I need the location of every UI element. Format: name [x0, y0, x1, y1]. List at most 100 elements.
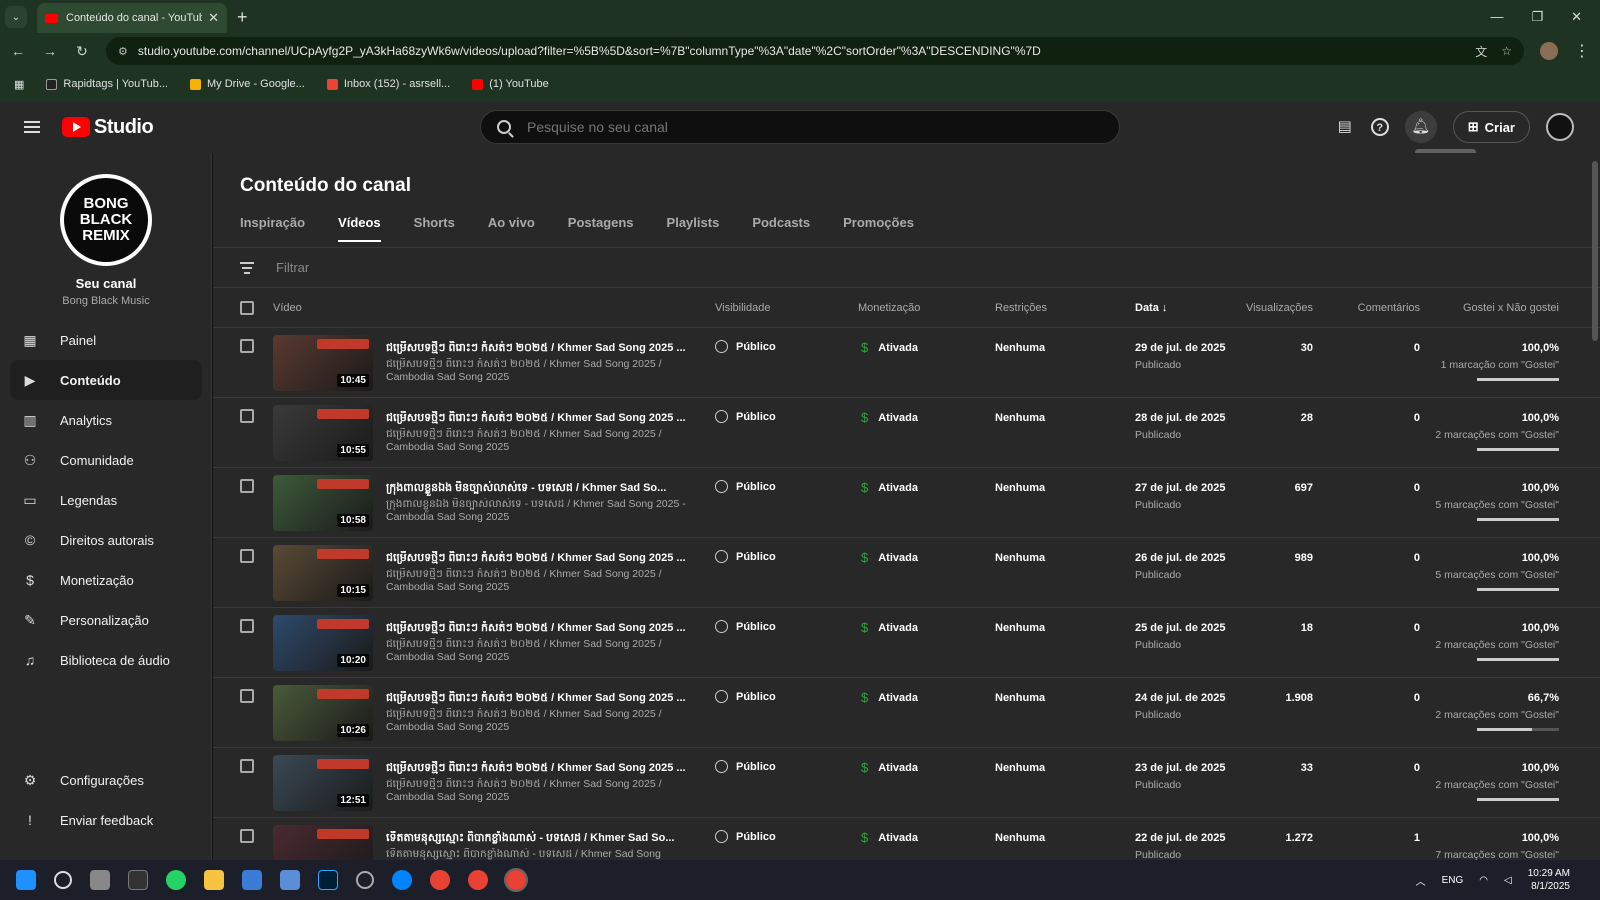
table-row[interactable]: 12:51 ជម្រើសបទថ្មីៗ ពិរោះៗ កំសត់ៗ ២០២៥ /…: [213, 748, 1600, 818]
sidebar-item-biblioteca-audio[interactable]: ♫ Biblioteca de áudio: [10, 640, 202, 680]
tray-overflow-icon[interactable]: ︿: [1416, 873, 1426, 888]
account-avatar[interactable]: [1546, 113, 1574, 141]
visibility-cell[interactable]: Público: [715, 480, 776, 493]
sidebar-item-conteudo[interactable]: ▶ Conteúdo: [10, 360, 202, 400]
row-checkbox[interactable]: [240, 339, 254, 353]
tab-inspiracao[interactable]: Inspiração: [240, 215, 305, 242]
row-checkbox[interactable]: [240, 759, 254, 773]
scrollbar[interactable]: [1592, 161, 1598, 341]
sidebar-item-direitos-autorais[interactable]: © Direitos autorais: [10, 520, 202, 560]
photoshop-icon[interactable]: [318, 870, 338, 890]
row-checkbox[interactable]: [240, 619, 254, 633]
sidebar-item-configuracoes[interactable]: ⚙ Configurações: [10, 760, 202, 800]
browser-tab[interactable]: Conteúdo do canal - YouTube S ✕: [37, 3, 227, 33]
monetization-cell[interactable]: $ Ativada: [861, 690, 918, 705]
video-thumbnail[interactable]: 10:20: [273, 615, 373, 671]
chrome-icon[interactable]: [430, 870, 450, 890]
language-indicator[interactable]: ENG: [1442, 875, 1464, 886]
restore-icon[interactable]: ❐: [1531, 9, 1543, 25]
video-thumbnail[interactable]: [273, 825, 373, 860]
table-row[interactable]: 10:26 ជម្រើសបទថ្មីៗ ពិរោះៗ កំសត់ៗ ២០២៥ /…: [213, 678, 1600, 748]
forward-icon[interactable]: →: [42, 43, 58, 59]
table-row[interactable]: 10:58 ក្រុងពាលខ្លួនឯង មិនច្បាស់លាស់ទេ - …: [213, 468, 1600, 538]
channel-avatar[interactable]: BONG BLACK REMIX: [60, 174, 152, 266]
table-row[interactable]: 10:55 ជម្រើសបទថ្មីៗ ពិរោះៗ កំសត់ៗ ២០២៥ /…: [213, 398, 1600, 468]
messenger-icon[interactable]: [392, 870, 412, 890]
bookmark-star-icon[interactable]: ☆: [1501, 44, 1512, 58]
volume-icon[interactable]: ◁: [1504, 875, 1512, 886]
video-title[interactable]: ក្រុងពាលខ្លួនឯង មិនច្បាស់លាស់ទេ - បទសេដ …: [386, 481, 686, 497]
bookmark-google-drive[interactable]: My Drive - Google...: [190, 78, 305, 90]
filter-input[interactable]: Filtrar: [276, 260, 309, 275]
browser-profile-avatar[interactable]: [1540, 42, 1558, 60]
messages-icon[interactable]: ▤: [1335, 117, 1355, 137]
video-thumbnail[interactable]: 10:55: [273, 405, 373, 461]
chrome-profile-icon[interactable]: [468, 870, 488, 890]
microsoft-store-icon[interactable]: [242, 870, 262, 890]
video-thumbnail[interactable]: 10:15: [273, 545, 373, 601]
table-row[interactable]: 10:20 ជម្រើសបទថ្មីៗ ពិរោះៗ កំសត់ៗ ២០២៥ /…: [213, 608, 1600, 678]
apps-grid-icon[interactable]: ▦: [14, 78, 24, 91]
chrome-active-icon[interactable]: [504, 868, 528, 892]
tab-ao-vivo[interactable]: Ao vivo: [488, 215, 535, 242]
hamburger-menu-icon[interactable]: [24, 121, 40, 133]
tab-shorts[interactable]: Shorts: [414, 215, 455, 242]
bookmark-gmail[interactable]: Inbox (152) - asrsell...: [326, 78, 450, 90]
visibility-cell[interactable]: Público: [715, 690, 776, 703]
back-icon[interactable]: ←: [10, 43, 26, 59]
new-tab-icon[interactable]: +: [237, 7, 248, 28]
table-row[interactable]: ទើតតាមនុស្សស្មោះ ពិបាកខ្លាំងណាស់ - បទសេដ…: [213, 818, 1600, 860]
row-checkbox[interactable]: [240, 829, 254, 843]
monetization-cell[interactable]: $ Ativada: [861, 830, 918, 845]
taskbar-search-icon[interactable]: [54, 871, 72, 889]
tab-search-icon[interactable]: ⌄: [5, 6, 27, 28]
select-all-checkbox[interactable]: [240, 301, 254, 315]
sidebar-item-legendas[interactable]: ▭ Legendas: [10, 480, 202, 520]
filter-bar[interactable]: Filtrar: [213, 248, 1600, 288]
sidebar-item-analytics[interactable]: ▥ Analytics: [10, 400, 202, 440]
tab-videos[interactable]: Vídeos: [338, 215, 381, 242]
sidebar-item-personalizacao[interactable]: ✎ Personalização: [10, 600, 202, 640]
row-checkbox[interactable]: [240, 479, 254, 493]
row-checkbox[interactable]: [240, 689, 254, 703]
clock[interactable]: 10:29 AM 8/1/2025: [1528, 867, 1570, 893]
video-title[interactable]: ជម្រើសបទថ្មីៗ ពិរោះៗ កំសត់ៗ ២០២៥ / Khmer…: [386, 621, 686, 637]
help-icon[interactable]: ?: [1370, 118, 1389, 136]
address-bar[interactable]: ⚙ studio.youtube.com/channel/UCpAyfg2P_y…: [106, 37, 1524, 65]
visibility-cell[interactable]: Público: [715, 760, 776, 773]
close-window-icon[interactable]: ✕: [1571, 9, 1582, 25]
monetization-cell[interactable]: $ Ativada: [861, 340, 918, 355]
visibility-cell[interactable]: Público: [715, 410, 776, 423]
video-title[interactable]: ទើតតាមនុស្សស្មោះ ពិបាកខ្លាំងណាស់ - បទសេដ…: [386, 831, 686, 847]
photos-icon[interactable]: [280, 870, 300, 890]
sidebar-item-enviar-feedback[interactable]: ! Enviar feedback: [10, 800, 202, 840]
video-thumbnail[interactable]: 10:26: [273, 685, 373, 741]
filter-icon[interactable]: [240, 261, 254, 274]
file-explorer-icon[interactable]: [204, 870, 224, 890]
translate-icon[interactable]: 文: [1475, 43, 1487, 60]
video-title[interactable]: ជម្រើសបទថ្មីៗ ពិរោះៗ កំសត់ៗ ២០២៥ / Khmer…: [386, 551, 686, 567]
reload-icon[interactable]: ↻: [74, 43, 90, 60]
tab-playlists[interactable]: Playlists: [667, 215, 720, 242]
search-input[interactable]: [527, 119, 1087, 135]
video-title[interactable]: ជម្រើសបទថ្មីៗ ពិរោះៗ កំសត់ៗ ២០២៥ / Khmer…: [386, 341, 686, 357]
visibility-cell[interactable]: Público: [715, 340, 776, 353]
video-title[interactable]: ជម្រើសបទថ្មីៗ ពិរោះៗ កំសត់ៗ ២០២៥ / Khmer…: [386, 761, 686, 777]
video-thumbnail[interactable]: 12:51: [273, 755, 373, 811]
notifications-button[interactable]: 🔔︎: [1404, 111, 1437, 143]
sidebar-item-painel[interactable]: ▦ Painel: [10, 320, 202, 360]
minimize-icon[interactable]: —: [1490, 9, 1503, 25]
visibility-cell[interactable]: Público: [715, 830, 776, 843]
task-view-icon[interactable]: [90, 870, 110, 890]
search-box[interactable]: [480, 110, 1120, 144]
table-row[interactable]: 10:45 ជម្រើសបទថ្មីៗ ពិរោះៗ កំសត់ៗ ២០២៥ /…: [213, 328, 1600, 398]
monetization-cell[interactable]: $ Ativada: [861, 620, 918, 635]
monetization-cell[interactable]: $ Ativada: [861, 550, 918, 565]
bookmark-rapidtags[interactable]: Rapidtags | YouTub...: [46, 78, 168, 90]
visibility-cell[interactable]: Público: [715, 550, 776, 563]
url-text[interactable]: studio.youtube.com/channel/UCpAyfg2P_yA3…: [138, 44, 1461, 58]
monetization-cell[interactable]: $ Ativada: [861, 410, 918, 425]
create-button[interactable]: ⊞ Criar: [1452, 111, 1530, 143]
monetization-cell[interactable]: $ Ativada: [861, 760, 918, 775]
sidebar-item-comunidade[interactable]: ⚇ Comunidade: [10, 440, 202, 480]
